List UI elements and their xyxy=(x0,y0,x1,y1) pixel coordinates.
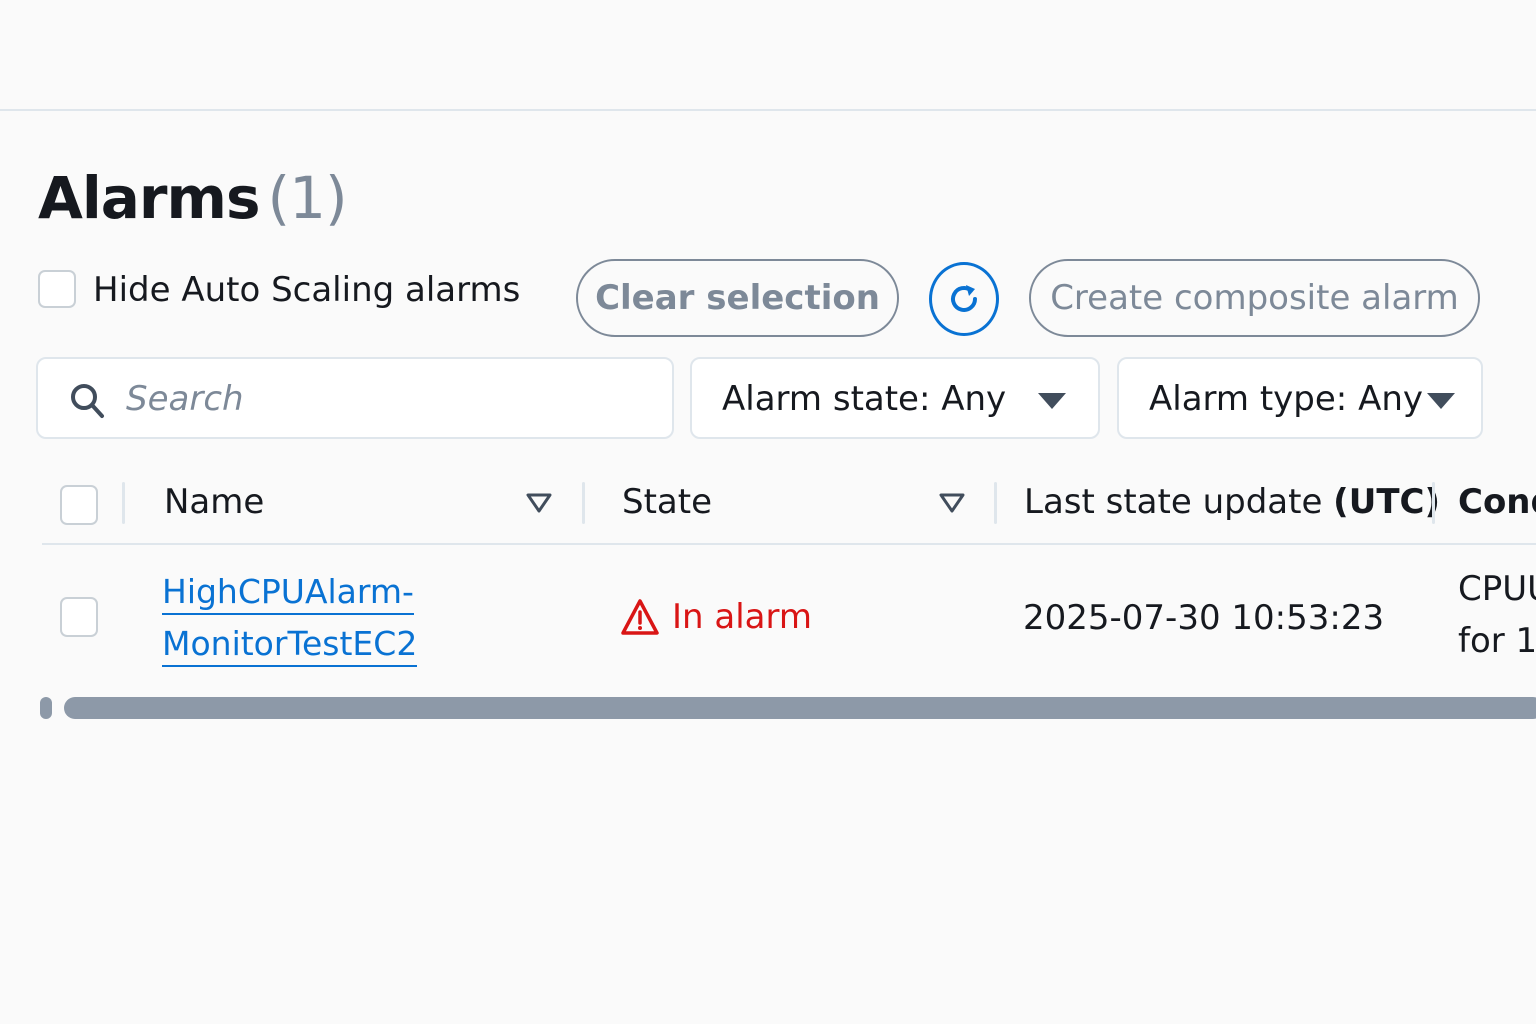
table-header-divider xyxy=(42,543,1536,545)
column-header-conditions[interactable]: Cond xyxy=(1458,482,1536,522)
column-divider xyxy=(122,482,125,524)
horizontal-scrollbar[interactable] xyxy=(64,697,1536,719)
alarm-name-line2[interactable]: MonitorTestEC2 xyxy=(162,624,418,667)
column-header-name[interactable]: Name xyxy=(164,482,264,522)
column-divider[interactable] xyxy=(582,482,585,524)
top-bar xyxy=(0,0,1536,111)
warning-icon xyxy=(621,599,659,635)
page-title: Alarms (1) xyxy=(38,164,348,232)
alarm-type-select[interactable]: Alarm type: Any xyxy=(1117,357,1483,439)
scrollbar-left-cap[interactable] xyxy=(40,697,52,719)
create-composite-alarm-button[interactable]: Create composite alarm xyxy=(1029,259,1480,337)
row-checkbox[interactable] xyxy=(60,597,98,637)
alarm-name-link[interactable]: HighCPUAlarm- MonitorTestEC2 xyxy=(162,566,422,670)
search-input[interactable] xyxy=(124,373,648,425)
alarm-state-cell: In alarm xyxy=(620,597,812,637)
sort-triangle-icon[interactable] xyxy=(939,492,965,514)
alarm-state-select[interactable]: Alarm state: Any xyxy=(690,357,1100,439)
search-icon xyxy=(71,384,104,418)
conditions-cell: CPUU for 1 xyxy=(1458,563,1536,667)
utc-label: (UTC) xyxy=(1333,482,1441,522)
conditions-line1: CPUU xyxy=(1458,569,1536,609)
hide-autoscaling-label: Hide Auto Scaling alarms xyxy=(93,270,521,310)
caret-down-icon xyxy=(1038,393,1066,409)
caret-down-icon xyxy=(1427,393,1455,409)
column-divider[interactable] xyxy=(1432,482,1435,524)
page-title-text: Alarms xyxy=(38,164,260,232)
column-divider[interactable] xyxy=(994,482,997,524)
alarm-state-text: In alarm xyxy=(672,597,813,637)
last-update-header-text: Last state update xyxy=(1024,482,1334,522)
column-header-state[interactable]: State xyxy=(622,482,712,522)
refresh-icon xyxy=(951,285,977,312)
hide-autoscaling-checkbox[interactable] xyxy=(38,270,76,308)
last-update-cell: 2025-07-30 10:53:23 xyxy=(1023,598,1385,638)
alarm-name-line1[interactable]: HighCPUAlarm- xyxy=(162,572,414,615)
select-all-checkbox[interactable] xyxy=(60,485,98,525)
column-header-last-state-update[interactable]: Last state update (UTC) xyxy=(1024,482,1440,522)
clear-selection-button[interactable]: Clear selection xyxy=(576,259,899,337)
alarm-count: (1) xyxy=(267,164,347,232)
alarm-type-label: Alarm type: Any xyxy=(1149,379,1423,419)
conditions-line2: for 1 xyxy=(1458,621,1536,661)
alarm-state-label: Alarm state: Any xyxy=(722,379,1007,419)
sort-triangle-icon[interactable] xyxy=(526,492,552,514)
refresh-button[interactable] xyxy=(929,262,999,336)
search-box[interactable] xyxy=(36,357,674,439)
